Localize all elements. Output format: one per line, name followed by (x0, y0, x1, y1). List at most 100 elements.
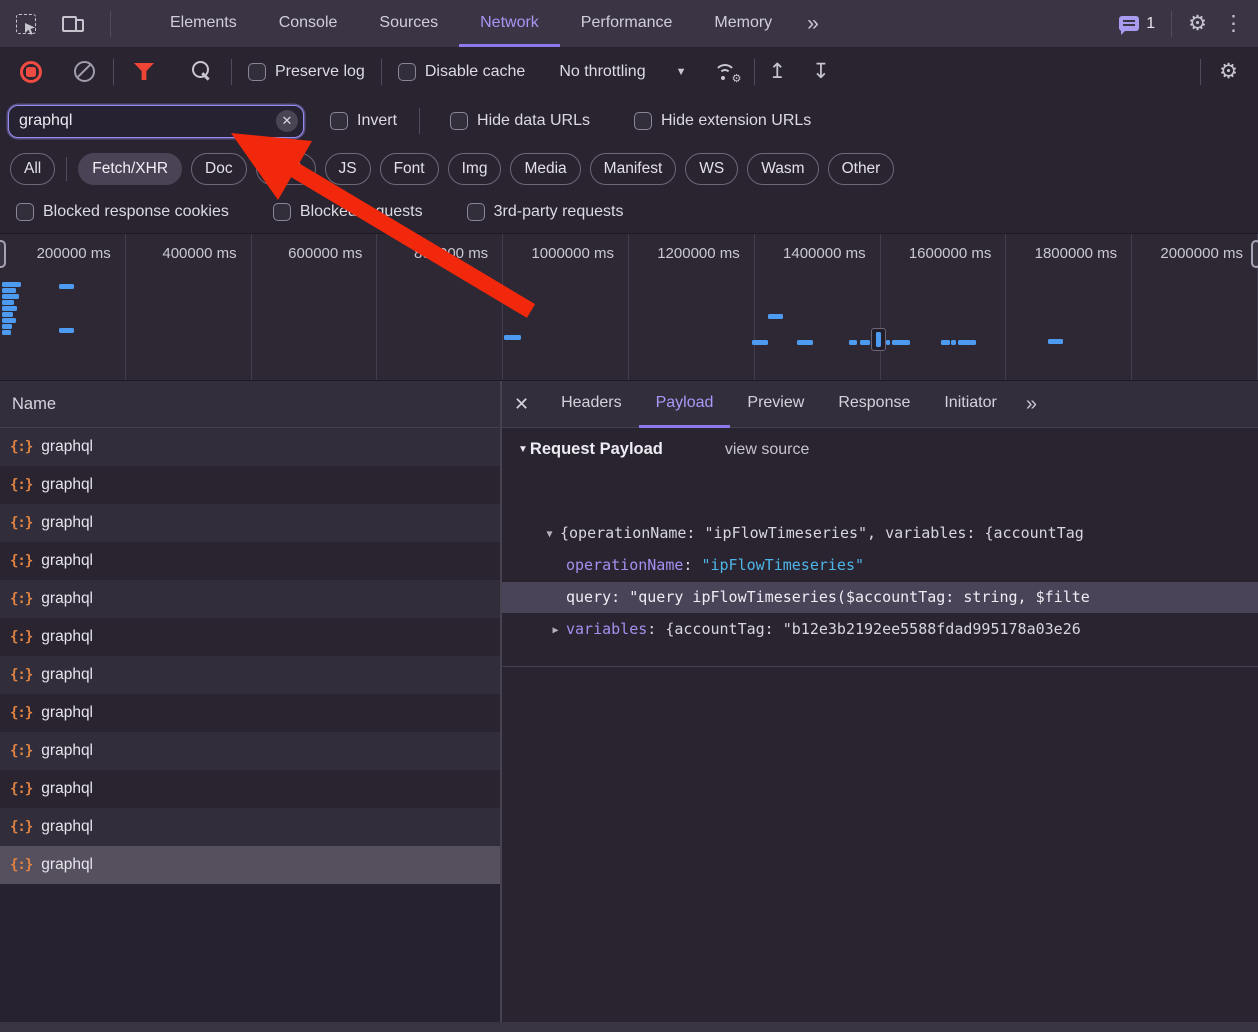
throttling-select[interactable]: No throttling ▼ (559, 63, 686, 81)
selected-request-bar (876, 332, 881, 347)
chip-font[interactable]: Font (380, 153, 439, 185)
chip-wasm[interactable]: Wasm (747, 153, 818, 185)
name-column-header[interactable]: Name (0, 381, 500, 428)
chip-media[interactable]: Media (510, 153, 580, 185)
hide-extension-urls-checkbox[interactable] (634, 112, 652, 130)
request-row[interactable]: {:}graphql (0, 504, 500, 542)
device-toolbar-icon[interactable] (62, 14, 84, 34)
export-har-icon[interactable]: ↥ (768, 59, 786, 84)
timeline-tick: 200000 ms (0, 234, 126, 380)
request-name: graphql (41, 856, 93, 874)
payload-variables-row[interactable]: ▶variables: {accountTag: "b12e3b2192ee55… (502, 614, 1258, 645)
request-timing-bar (941, 340, 950, 345)
tab-network[interactable]: Network (459, 0, 560, 47)
request-row[interactable]: {:}graphql (0, 808, 500, 846)
payload-operation-row[interactable]: operationName: "ipFlowTimeseries" (502, 550, 1258, 581)
request-row[interactable]: {:} graphql (0, 770, 500, 808)
hide-data-urls-label: Hide data URLs (477, 112, 590, 130)
import-har-icon[interactable]: ↧ (812, 59, 830, 84)
tab-sources[interactable]: Sources (358, 0, 459, 47)
tab-memory[interactable]: Memory (693, 0, 793, 47)
request-row[interactable]: {:}graphql (0, 656, 500, 694)
expand-triangle-icon[interactable]: ▶ (545, 615, 566, 645)
issues-button[interactable]: 1 (1119, 15, 1155, 33)
record-network-log-icon[interactable] (20, 61, 42, 83)
blocked-cookies-checkbox[interactable] (16, 203, 34, 221)
chip-ws[interactable]: WS (685, 153, 738, 185)
more-tabs-icon[interactable]: » (793, 2, 833, 46)
search-icon[interactable] (192, 61, 213, 82)
chip-img[interactable]: Img (448, 153, 502, 185)
json-string-value: "query ipFlowTimeseries($accountTag: str… (629, 588, 1090, 606)
fetch-xhr-icon: {:} (10, 819, 32, 835)
network-overview-timeline[interactable]: 200000 ms400000 ms600000 ms800000 ms1000… (0, 233, 1258, 381)
request-row[interactable]: {:}graphql (0, 542, 500, 580)
collapse-triangle-icon[interactable]: ▼ (539, 519, 560, 549)
third-party-toggle[interactable]: 3rd-party requests (467, 203, 624, 221)
json-key: operationName (566, 556, 683, 574)
invert-checkbox[interactable] (330, 112, 348, 130)
settings-gear-icon[interactable]: ⚙ (1188, 14, 1207, 34)
network-conditions-icon[interactable]: ⚙ (712, 61, 738, 83)
overview-left-handle-icon[interactable] (0, 240, 6, 268)
chip-other[interactable]: Other (828, 153, 895, 185)
hide-extension-urls-toggle[interactable]: Hide extension URLs (634, 112, 811, 130)
tab-console[interactable]: Console (258, 0, 359, 47)
details-tab-response[interactable]: Response (821, 381, 927, 428)
request-row[interactable]: {:}graphql (0, 466, 500, 504)
overview-right-handle-icon[interactable] (1251, 240, 1258, 268)
request-row[interactable]: {:}graphql (0, 428, 500, 466)
details-more-tabs-icon[interactable]: » (1014, 393, 1049, 416)
details-tabs: HeadersPayloadPreviewResponseInitiator (544, 381, 1014, 427)
divider (754, 59, 755, 85)
inspect-element-icon[interactable] (16, 14, 36, 34)
request-row[interactable]: {:}graphql (0, 618, 500, 656)
request-row[interactable]: {:}graphql (0, 732, 500, 770)
request-name: graphql (41, 552, 93, 570)
kebab-menu-icon[interactable]: ⋮ (1223, 14, 1244, 34)
details-tab-initiator[interactable]: Initiator (927, 381, 1013, 428)
chip-all[interactable]: All (10, 153, 55, 185)
divider (231, 59, 232, 85)
filter-funnel-icon[interactable] (134, 63, 154, 80)
tab-performance[interactable]: Performance (560, 0, 694, 47)
view-source-link[interactable]: view source (725, 441, 809, 459)
invert-toggle[interactable]: Invert (330, 112, 397, 130)
chip-js[interactable]: JS (325, 153, 371, 185)
details-tab-payload[interactable]: Payload (639, 381, 731, 428)
collapse-triangle-icon[interactable]: ▼ (502, 444, 530, 455)
preserve-log-checkbox[interactable] (248, 63, 266, 81)
details-tab-headers[interactable]: Headers (544, 381, 638, 428)
fetch-xhr-icon: {:} (10, 781, 32, 797)
disable-cache-toggle[interactable]: Disable cache (398, 63, 526, 81)
payload-summary-row[interactable]: ▼{operationName: "ipFlowTimeseries", var… (502, 518, 1258, 549)
json-colon: : (683, 556, 701, 574)
clear-filter-icon[interactable]: ✕ (276, 110, 298, 132)
chip-doc[interactable]: Doc (191, 153, 247, 185)
request-name: graphql (41, 780, 93, 798)
request-row[interactable]: {:}graphql (0, 846, 500, 884)
chip-css[interactable]: CSS (256, 153, 316, 185)
blocked-cookies-toggle[interactable]: Blocked response cookies (16, 203, 229, 221)
request-row[interactable]: {:}graphql (0, 580, 500, 618)
fetch-xhr-icon: {:} (10, 477, 32, 493)
devtools-tabs: ElementsConsoleSourcesNetworkPerformance… (149, 0, 793, 47)
request-row[interactable]: {:}graphql (0, 694, 500, 732)
third-party-checkbox[interactable] (467, 203, 485, 221)
close-details-icon[interactable]: ✕ (502, 394, 544, 415)
blocked-requests-checkbox[interactable] (273, 203, 291, 221)
hide-data-urls-toggle[interactable]: Hide data URLs (450, 112, 590, 130)
tab-elements[interactable]: Elements (149, 0, 258, 47)
chip-manifest[interactable]: Manifest (590, 153, 677, 185)
preserve-log-toggle[interactable]: Preserve log (248, 63, 365, 81)
network-settings-gear-icon[interactable]: ⚙ (1219, 62, 1238, 82)
blocked-requests-toggle[interactable]: Blocked requests (273, 203, 423, 221)
details-tab-preview[interactable]: Preview (730, 381, 821, 428)
filter-input[interactable]: graphql ✕ (8, 105, 304, 138)
payload-query-row-selected[interactable]: query: "query ipFlowTimeseries($accountT… (502, 582, 1258, 613)
clear-network-log-icon[interactable] (74, 61, 95, 82)
hide-data-urls-checkbox[interactable] (450, 112, 468, 130)
divider (66, 157, 67, 181)
chip-fetch-xhr[interactable]: Fetch/XHR (78, 153, 182, 185)
disable-cache-checkbox[interactable] (398, 63, 416, 81)
